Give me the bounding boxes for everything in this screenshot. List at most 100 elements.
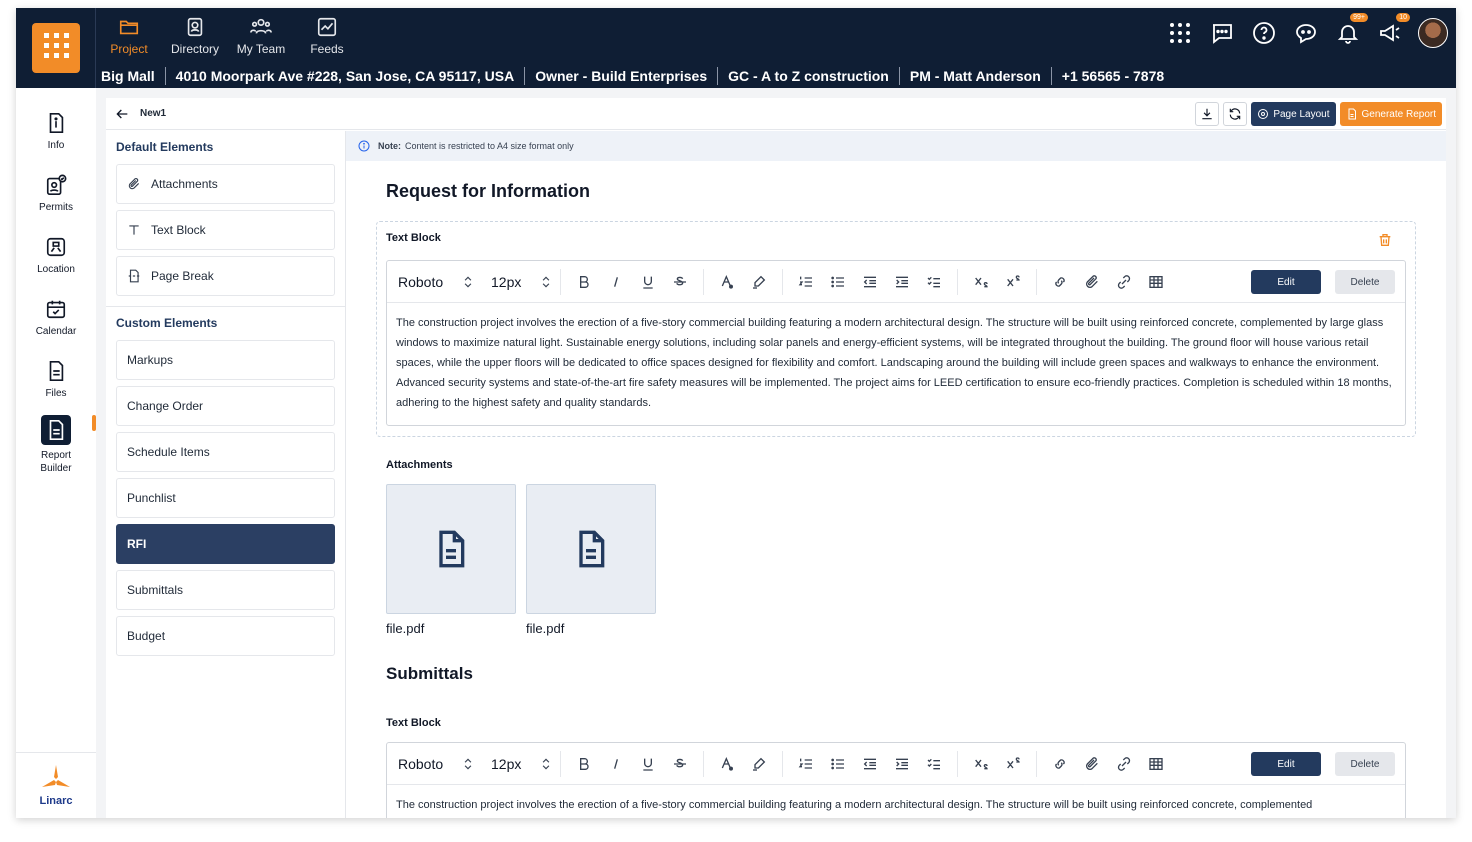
hyperlink-button[interactable] (1112, 270, 1136, 294)
elements-panel: Default Elements Attachments Text Block … (106, 131, 346, 818)
ordered-list-button[interactable] (794, 752, 818, 776)
generate-report-button[interactable]: Generate Report (1339, 102, 1442, 126)
tab-my-team[interactable]: My Team (228, 8, 294, 64)
delete-button[interactable]: Delete (1335, 752, 1395, 776)
attachment-thumbnail[interactable] (386, 484, 516, 614)
indent-button[interactable] (890, 270, 914, 294)
team-icon (250, 18, 272, 34)
assistant-icon[interactable] (1292, 19, 1320, 47)
subscript-button[interactable] (969, 270, 993, 294)
apps-grid-icon[interactable] (1166, 19, 1194, 47)
element-budget[interactable]: Budget (116, 616, 335, 656)
element-schedule-items[interactable]: Schedule Items (116, 432, 335, 472)
strikethrough-button[interactable] (668, 752, 692, 776)
user-avatar[interactable] (1418, 18, 1448, 48)
download-icon (1202, 108, 1212, 120)
tab-directory[interactable]: Directory (162, 8, 228, 64)
project-owner: Owner - Build Enterprises (530, 67, 719, 85)
rich-text-editor[interactable]: Roboto 12px Edit Delete The construction… (386, 260, 1406, 426)
download-button[interactable] (1195, 102, 1220, 126)
tab-feeds[interactable]: Feeds (294, 8, 360, 64)
strikethrough-button[interactable] (668, 270, 692, 294)
rail-label: Calendar (35, 325, 77, 337)
highlight-button[interactable] (747, 270, 771, 294)
size-select[interactable]: 12px (477, 274, 553, 290)
checklist-button[interactable] (922, 752, 946, 776)
element-submittals[interactable]: Submittals (116, 570, 335, 610)
outdent-button[interactable] (858, 752, 882, 776)
delete-button[interactable]: Delete (1335, 270, 1395, 294)
tab-label: Feeds (310, 42, 344, 56)
element-punchlist[interactable]: Punchlist (116, 478, 335, 518)
size-select[interactable]: 12px (477, 756, 553, 772)
element-attachments[interactable]: Attachments (116, 164, 335, 204)
outdent-icon (863, 276, 876, 287)
text-block-content[interactable]: The construction project involves the er… (387, 303, 1405, 423)
table-button[interactable] (1144, 270, 1168, 294)
element-text-block[interactable]: Text Block (116, 210, 335, 250)
subscript-button[interactable] (969, 752, 993, 776)
superscript-button[interactable] (1001, 752, 1025, 776)
italic-button[interactable] (604, 270, 628, 294)
element-page-break[interactable]: Page Break (116, 256, 335, 296)
attach-button[interactable] (1080, 752, 1104, 776)
help-icon[interactable] (1250, 19, 1278, 47)
table-button[interactable] (1144, 752, 1168, 776)
rail-item-info[interactable]: Info (16, 100, 96, 162)
trash-icon[interactable] (1377, 232, 1393, 248)
text-color-button[interactable] (715, 270, 739, 294)
element-change-order[interactable]: Change Order (116, 386, 335, 426)
text-block-container[interactable]: Text Block Roboto 12px Edit Delete The c… (376, 221, 1416, 437)
edit-button[interactable]: Edit (1251, 752, 1321, 776)
hyperlink-button[interactable] (1112, 752, 1136, 776)
outdent-button[interactable] (858, 270, 882, 294)
notifications-icon[interactable]: 99+ (1334, 13, 1368, 47)
italic-button[interactable] (604, 752, 628, 776)
rail-item-location[interactable]: Location (16, 224, 96, 286)
rich-text-editor[interactable]: Roboto 12px Edit Delete The construction… (386, 742, 1406, 818)
bullet-list-button[interactable] (826, 752, 850, 776)
text-block-content[interactable]: The construction project involves the er… (387, 785, 1405, 818)
rail-item-files[interactable]: Files (16, 348, 96, 410)
superscript-button[interactable] (1001, 270, 1025, 294)
attachment-card[interactable]: file.pdf (386, 484, 516, 636)
bold-button[interactable] (572, 752, 596, 776)
rail-item-calendar[interactable]: Calendar (16, 286, 96, 348)
bold-button[interactable] (572, 270, 596, 294)
page-layout-button[interactable]: Page Layout (1251, 102, 1336, 126)
attachments-grid: file.pdf file.pdf (386, 484, 656, 636)
link-button[interactable] (1048, 752, 1072, 776)
rail-label: Permits (39, 201, 73, 213)
indent-button[interactable] (890, 752, 914, 776)
element-label: Attachments (151, 177, 218, 191)
top-nav: Project Directory My Team Feeds (96, 8, 360, 64)
back-arrow-icon[interactable] (114, 106, 130, 122)
attachment-card[interactable]: file.pdf (526, 484, 656, 636)
font-select[interactable]: Roboto (387, 756, 477, 772)
rail-item-permits[interactable]: Permits (16, 162, 96, 224)
document-icon (439, 530, 465, 568)
bullet-list-button[interactable] (826, 270, 850, 294)
attachment-thumbnail[interactable] (526, 484, 656, 614)
underline-button[interactable] (636, 270, 660, 294)
project-logo[interactable] (16, 8, 96, 88)
highlight-button[interactable] (747, 752, 771, 776)
ordered-list-button[interactable] (794, 270, 818, 294)
underline-button[interactable] (636, 752, 660, 776)
notifications-badge: 99+ (1350, 13, 1368, 22)
tab-project[interactable]: Project (96, 8, 162, 64)
report-canvas: Request for Information Text Block Robot… (346, 161, 1446, 818)
checklist-button[interactable] (922, 270, 946, 294)
edit-button[interactable]: Edit (1251, 270, 1321, 294)
element-markups[interactable]: Markups (116, 340, 335, 380)
element-rfi[interactable]: RFI (116, 524, 335, 564)
superscript-icon (1007, 274, 1020, 286)
attach-button[interactable] (1080, 270, 1104, 294)
rail-item-report-builder[interactable]: Report Builder (16, 410, 96, 480)
chat-icon[interactable] (1208, 19, 1236, 47)
font-select[interactable]: Roboto (387, 274, 477, 290)
link-button[interactable] (1048, 270, 1072, 294)
announcements-icon[interactable]: 10 (1376, 13, 1410, 47)
refresh-button[interactable] (1223, 102, 1248, 126)
text-color-button[interactable] (715, 752, 739, 776)
